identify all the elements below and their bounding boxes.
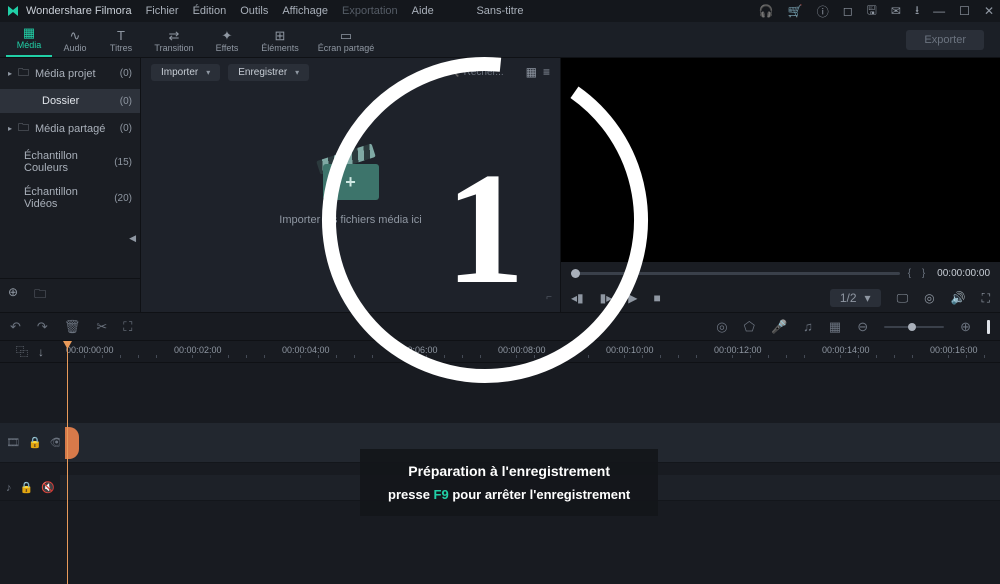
zoom-fit-icon[interactable]	[987, 320, 990, 334]
info-icon[interactable]: ⓘ	[817, 3, 829, 20]
keyframe-icon[interactable]: ▦	[829, 319, 841, 335]
message-line2: presse F9 pour arrêter l'enregistrement	[388, 487, 630, 502]
import-dropdown[interactable]: Importer ▾	[151, 64, 220, 81]
menu-export: Exportation	[342, 5, 398, 17]
folder-icon: 🗀	[18, 64, 29, 83]
elements-icon: ⊞	[250, 28, 310, 42]
message-line1: Préparation à l'enregistrement	[388, 463, 630, 479]
ruler-tick: 00:00:16:00	[930, 345, 978, 355]
tool-elements[interactable]: ⊞ Éléments	[250, 26, 310, 54]
window-close-icon[interactable]: ✕	[984, 4, 994, 18]
menu-tools[interactable]: Outils	[240, 5, 268, 17]
audio-icon: ∿	[52, 28, 98, 42]
stop-icon[interactable]: ■	[654, 291, 661, 305]
sidebar: ▸🗀Média projet(0)Dossier(0)▸🗀Média parta…	[0, 58, 140, 312]
volume-icon[interactable]: 🔊	[951, 291, 966, 305]
sidebar-item-3[interactable]: Échantillon Couleurs(15)	[0, 144, 140, 180]
chevron-down-icon: ▾	[295, 68, 299, 77]
music-icon: ♪	[6, 482, 12, 494]
snapshot-icon[interactable]: ◎	[924, 291, 934, 305]
expander-icon: ▸	[8, 124, 18, 133]
zoom-out-icon[interactable]: ⊖	[857, 319, 868, 335]
cart-icon[interactable]: 🛒	[788, 4, 803, 18]
window-maximize-icon[interactable]: ☐	[959, 4, 970, 18]
audio-mixer-icon[interactable]: ♫	[803, 319, 813, 334]
title-bar: Wondershare Filmora Fichier Édition Outi…	[0, 0, 1000, 22]
ruler-tick: 00:00:12:00	[714, 345, 762, 355]
zoom-in-icon[interactable]: ⊕	[960, 319, 971, 335]
lock-icon[interactable]: 🔒	[28, 436, 42, 449]
new-project-icon[interactable]: ⊕	[8, 285, 18, 306]
ruler-tick: 00:00:14:00	[822, 345, 870, 355]
menu-help[interactable]: Aide	[412, 5, 434, 17]
undo-icon[interactable]: ↶	[10, 319, 21, 335]
menu-display[interactable]: Affichage	[282, 5, 328, 17]
preview-timecode: 00:00:00:00	[937, 268, 990, 279]
timeline-copy-icon[interactable]: ⿻	[16, 343, 28, 360]
ruler-tick: 00:00:02:00	[174, 345, 222, 355]
tool-media[interactable]: ▦ Média	[6, 23, 52, 57]
tool-titles[interactable]: T Titres	[98, 26, 144, 54]
transition-icon: ⇄	[144, 28, 204, 42]
menu-bar: Fichier Édition Outils Affichage Exporta…	[146, 5, 434, 17]
new-folder-icon[interactable]: 🗀	[34, 285, 46, 306]
sidebar-collapse-icon[interactable]: ◀	[129, 233, 140, 244]
app-name: Wondershare Filmora	[26, 5, 132, 17]
film-icon: 🎞	[6, 436, 20, 449]
zoom-select[interactable]: 1/2 ▾	[830, 289, 881, 307]
crop-icon[interactable]: ⛶	[123, 319, 132, 335]
chevron-down-icon: ▾	[206, 68, 210, 77]
window-minimize-icon[interactable]: —	[933, 4, 945, 18]
countdown-overlay: 1	[320, 20, 650, 430]
sidebar-item-2[interactable]: ▸🗀Média partagé(0)	[0, 113, 140, 144]
expander-icon: ▸	[8, 69, 18, 78]
render-icon[interactable]: ◎	[716, 319, 727, 335]
save-dropdown[interactable]: Enregistrer ▾	[228, 64, 309, 81]
marker-braces: { }	[908, 268, 929, 279]
media-icon: ▦	[6, 25, 52, 39]
countdown-digit: 1	[320, 136, 650, 321]
marker-icon[interactable]: ⬠	[744, 319, 755, 335]
chevron-down-icon: ▾	[865, 291, 871, 305]
headset-icon[interactable]: 🎧	[759, 4, 774, 18]
ruler-tick: 00:00:00:00	[66, 345, 114, 355]
playhead[interactable]	[67, 341, 68, 584]
menu-file[interactable]: Fichier	[146, 5, 179, 17]
zoom-slider[interactable]	[884, 326, 944, 328]
download-icon[interactable]: ⭳	[915, 1, 919, 22]
tool-transition[interactable]: ⇄ Transition	[144, 26, 204, 54]
app-logo-icon	[6, 4, 20, 18]
effects-icon: ✦	[204, 28, 250, 42]
voiceover-icon[interactable]: 🎤	[771, 319, 787, 335]
timeline-snap-icon[interactable]: ↓	[38, 345, 44, 359]
cut-icon[interactable]: ✂	[96, 319, 107, 335]
sidebar-item-0[interactable]: ▸🗀Média projet(0)	[0, 58, 140, 89]
account-icon[interactable]: ◻	[843, 4, 853, 18]
export-button[interactable]: Exporter	[906, 30, 984, 50]
sidebar-item-4[interactable]: Échantillon Vidéos(20)	[0, 180, 140, 216]
titlebar-right-icons: 🎧 🛒 ⓘ ◻ 🖫 ✉ ⭳ — ☐ ✕	[759, 1, 994, 22]
display-icon[interactable]: 🖵	[897, 291, 909, 306]
lock-icon[interactable]: 🔒	[20, 481, 34, 494]
mail-icon[interactable]: ✉	[891, 4, 901, 18]
document-title: Sans-titre	[476, 5, 523, 17]
tool-audio[interactable]: ∿ Audio	[52, 26, 98, 54]
save-icon[interactable]: 🖫	[867, 1, 877, 22]
fullscreen-icon[interactable]: ⛶	[982, 291, 990, 306]
mute-icon[interactable]: 🔇	[41, 481, 55, 494]
titles-icon: T	[98, 28, 144, 42]
menu-edit[interactable]: Édition	[193, 5, 227, 17]
redo-icon[interactable]: ↷	[37, 319, 48, 335]
delete-icon[interactable]: 🗑	[64, 319, 81, 335]
recording-message: Préparation à l'enregistrement presse F9…	[360, 449, 658, 516]
tool-effects[interactable]: ✦ Effets	[204, 26, 250, 54]
sidebar-item-1[interactable]: Dossier(0)	[0, 89, 140, 113]
folder-icon: 🗀	[18, 119, 29, 138]
